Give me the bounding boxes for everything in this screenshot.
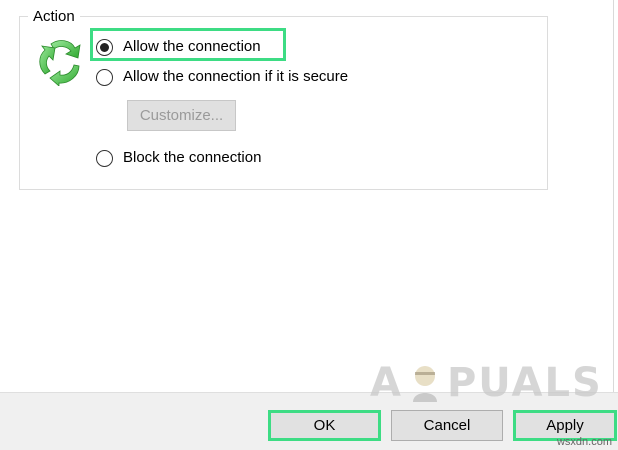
- radio-allow-if-secure[interactable]: Allow the connection if it is secure: [96, 66, 348, 88]
- firewall-rule-action-dialog: Action Allow the connection Allow the co…: [0, 0, 618, 450]
- radio-button-checked[interactable]: [96, 38, 113, 56]
- content-border: [613, 0, 614, 392]
- radio-block-connection[interactable]: Block the connection: [96, 147, 261, 169]
- radio-allow-connection[interactable]: Allow the connection: [96, 36, 261, 58]
- customize-button[interactable]: Customize...: [127, 100, 236, 131]
- green-recycle-arrows-icon: [39, 40, 81, 86]
- appuals-watermark: A PUALS: [370, 360, 603, 406]
- radio-button-unchecked[interactable]: [96, 149, 113, 167]
- radio-button-unchecked[interactable]: [96, 68, 113, 86]
- radio-label-allow-secure: Allow the connection if it is secure: [123, 68, 349, 85]
- cancel-button[interactable]: Cancel: [391, 410, 503, 441]
- appuals-mascot-icon: [412, 366, 437, 402]
- watermark-text: PUALS: [446, 360, 603, 406]
- watermark-letter: A: [370, 360, 403, 406]
- radio-label-allow: Allow the connection: [123, 38, 261, 55]
- action-group-title: Action: [28, 8, 80, 26]
- ok-button[interactable]: OK: [268, 410, 381, 441]
- radio-label-block: Block the connection: [123, 149, 262, 166]
- site-tag: wsxdn.com: [556, 436, 612, 448]
